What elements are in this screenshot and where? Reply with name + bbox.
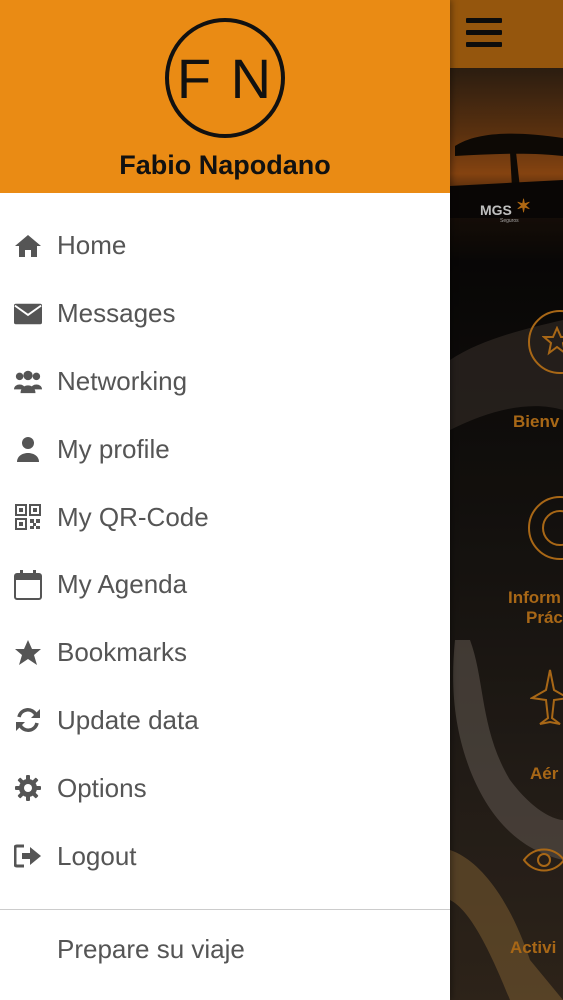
- menu-item-my-profile[interactable]: My profile: [0, 415, 450, 483]
- star-icon: [14, 639, 42, 667]
- menu-item-messages[interactable]: Messages: [0, 280, 450, 348]
- logout-icon: [14, 842, 42, 870]
- menu-item-my-qr-code[interactable]: My QR-Code: [0, 483, 450, 551]
- menu-item-label: My Agenda: [57, 569, 188, 600]
- menu-item-label: Home: [57, 230, 127, 261]
- home-icon: [14, 232, 42, 260]
- avatar[interactable]: F N: [165, 18, 285, 138]
- menu-item-logout[interactable]: Logout: [0, 822, 450, 890]
- calendar-icon: [14, 569, 42, 600]
- drawer-header: F N Fabio Napodano: [0, 0, 450, 193]
- menu-item-label: Bookmarks: [57, 637, 188, 668]
- drawer-scrim[interactable]: [450, 0, 563, 1000]
- menu-item-my-agenda[interactable]: My Agenda: [0, 551, 450, 619]
- menu-item-prepare-trip[interactable]: Prepare su viaje: [0, 918, 450, 982]
- menu-item-update-data[interactable]: Update data: [0, 687, 450, 755]
- menu-item-label: Logout: [57, 840, 137, 871]
- menu-item-label: Prepare su viaje: [57, 934, 245, 964]
- qrcode-icon: [14, 503, 42, 531]
- users-icon: [14, 367, 42, 395]
- menu-item-home[interactable]: Home: [0, 212, 450, 280]
- user-icon: [14, 435, 42, 463]
- menu-item-label: Networking: [57, 365, 188, 396]
- drawer-menu: Home Messages Networking My profile My Q…: [0, 212, 450, 890]
- navigation-drawer: F N Fabio Napodano Home Messages Network…: [0, 0, 450, 1000]
- menu-item-label: Options: [57, 772, 147, 803]
- user-name: Fabio Napodano: [119, 150, 331, 180]
- drawer-divider: [0, 909, 450, 910]
- menu-item-label: My profile: [57, 433, 170, 464]
- menu-item-label: Update data: [57, 704, 199, 735]
- menu-item-options[interactable]: Options: [0, 754, 450, 822]
- envelope-icon: [14, 300, 42, 328]
- menu-item-label: Messages: [57, 298, 176, 329]
- menu-item-bookmarks[interactable]: Bookmarks: [0, 619, 450, 687]
- menu-item-networking[interactable]: Networking: [0, 348, 450, 416]
- refresh-icon: [14, 706, 42, 734]
- gear-icon: [14, 774, 42, 802]
- menu-item-label: My QR-Code: [57, 501, 209, 532]
